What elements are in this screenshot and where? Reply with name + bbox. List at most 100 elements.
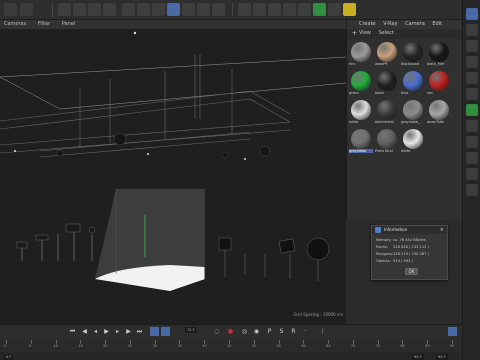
timeline-ruler[interactable]: 0 5 10 15 20 25 30 35 40 45 50 55 60 65 70 75 80 85 90 <box>0 338 462 352</box>
material-preview <box>351 129 371 149</box>
viewport[interactable]: Grid Spacing : 10000 cm <box>0 29 346 324</box>
ruler-tick-label: 55 <box>276 344 282 348</box>
workplane-icon[interactable] <box>466 136 478 148</box>
mograph-icon[interactable] <box>466 104 478 116</box>
key-rotation-icon[interactable]: R <box>289 327 298 336</box>
render-settings-icon[interactable] <box>212 3 225 16</box>
record-icon[interactable]: ● <box>226 327 235 336</box>
cube-icon[interactable] <box>238 3 251 16</box>
material-preview <box>403 129 423 149</box>
material-swatch[interactable]: greymetal <box>349 128 373 156</box>
settings-icon[interactable]: ◌ <box>212 327 221 336</box>
preview-end-field[interactable]: 90 F <box>436 354 448 360</box>
prev-key-icon[interactable]: ◀ <box>80 327 89 336</box>
snap-icon[interactable] <box>466 120 478 132</box>
info-value: ca. 76 452 KBytes <box>393 238 426 242</box>
material-swatch[interactable]: wood*F <box>375 41 399 69</box>
material-swatch[interactable]: black_Mirr <box>427 41 451 69</box>
rotate-icon[interactable] <box>103 3 116 16</box>
truss-rig <box>0 54 291 158</box>
polygons-icon[interactable] <box>466 56 478 68</box>
render-picture-viewer-icon[interactable] <box>197 3 210 16</box>
material-swatch[interactable]: Proto Stud <box>375 128 399 156</box>
material-swatch[interactable]: blue <box>401 70 425 98</box>
render-view-icon[interactable] <box>182 3 195 16</box>
loop-icon[interactable] <box>150 327 159 336</box>
prev-frame-icon[interactable]: ◂ <box>91 327 100 336</box>
timeline-view-icon[interactable] <box>448 327 457 336</box>
light-icon[interactable] <box>343 3 356 16</box>
material-preview <box>429 100 449 120</box>
viewport-menu-filter[interactable]: Filter <box>38 21 50 27</box>
x-axis-icon[interactable] <box>122 3 135 16</box>
mode-icon[interactable] <box>466 8 478 20</box>
autokey-icon[interactable]: ◎ <box>240 327 249 336</box>
material-swatch[interactable]: env <box>349 41 373 69</box>
menu-camera[interactable]: Camera <box>405 21 425 27</box>
grid-icon[interactable]: ⋮ <box>318 327 327 336</box>
material-label: wood*F <box>375 62 388 66</box>
menu-select[interactable]: Select <box>378 30 393 36</box>
move-icon[interactable] <box>58 3 71 16</box>
paint-icon[interactable] <box>466 152 478 164</box>
material-preview <box>351 100 371 120</box>
material-swatch[interactable]: greymetal_ <box>401 99 425 127</box>
menu-vray[interactable]: V-Ray <box>383 21 397 27</box>
start-frame-field[interactable]: 0 F <box>4 354 14 360</box>
lock-icon[interactable] <box>466 184 478 196</box>
key-position-icon[interactable]: P <box>265 327 274 336</box>
ruler-tick-label: 35 <box>177 344 182 348</box>
next-key-icon[interactable]: ▶ <box>124 327 133 336</box>
array-icon[interactable] <box>283 3 296 16</box>
material-swatch[interactable]: blackmetal <box>375 99 399 127</box>
material-swatch[interactable]: white <box>349 99 373 127</box>
menu-edit[interactable]: Edit <box>432 21 442 27</box>
scale-icon[interactable] <box>88 3 101 16</box>
material-preview <box>429 42 449 62</box>
end-frame-field[interactable]: 90 F <box>412 354 424 360</box>
go-end-icon[interactable]: ⏭ <box>135 327 144 336</box>
material-preview <box>377 42 397 62</box>
material-swatch[interactable]: red <box>427 70 451 98</box>
deformer-icon[interactable] <box>298 3 311 16</box>
ruler-tick-label: 0 <box>4 344 7 348</box>
key-param-icon[interactable]: · <box>301 327 310 336</box>
points-icon[interactable] <box>466 24 478 36</box>
current-frame-field[interactable]: 72 F <box>185 327 197 333</box>
edges-icon[interactable] <box>466 40 478 52</box>
subdivision-icon[interactable] <box>268 3 281 16</box>
sound-icon[interactable] <box>161 327 170 336</box>
text-icon[interactable] <box>466 72 478 84</box>
next-frame-icon[interactable]: ▸ <box>113 327 122 336</box>
y-axis-icon[interactable] <box>137 3 150 16</box>
menu-create[interactable]: Create <box>359 21 376 27</box>
floor-icon[interactable] <box>313 3 326 16</box>
play-icon[interactable]: ▶ <box>102 327 111 336</box>
material-swatch[interactable]: black <box>375 70 399 98</box>
camera-icon[interactable] <box>328 3 341 16</box>
add-material-icon[interactable]: + <box>352 30 357 37</box>
material-menu-bar: Create V-Ray Camera Edit View Select <box>347 20 462 36</box>
ok-button[interactable]: OK <box>405 268 418 275</box>
menu-view[interactable]: View <box>359 30 371 36</box>
material-swatch[interactable]: blackwood <box>401 41 425 69</box>
viewport-menu-cameras[interactable]: Cameras <box>4 21 26 27</box>
viewport-menu-panel[interactable]: Panel <box>62 21 76 27</box>
live-selection-icon[interactable] <box>73 3 86 16</box>
close-icon[interactable]: × <box>440 226 444 234</box>
go-start-icon[interactable]: ⏮ <box>68 327 77 336</box>
material-swatch[interactable]: white <box>401 128 425 156</box>
pen-icon[interactable] <box>253 3 266 16</box>
material-label: white <box>401 149 411 153</box>
sculpt-icon[interactable] <box>466 168 478 180</box>
ruler-tick-label: 70 <box>350 344 356 348</box>
undo-icon[interactable] <box>4 3 17 16</box>
keyframe-selection-icon[interactable]: ◉ <box>252 327 261 336</box>
key-scale-icon[interactable]: S <box>277 327 286 336</box>
material-swatch[interactable]: downTube <box>427 99 451 127</box>
coordinate-system-icon[interactable] <box>167 3 180 16</box>
material-swatch[interactable]: green <box>349 70 373 98</box>
redo-icon[interactable] <box>20 3 33 16</box>
brush-icon[interactable] <box>466 88 478 100</box>
z-axis-icon[interactable] <box>152 3 165 16</box>
